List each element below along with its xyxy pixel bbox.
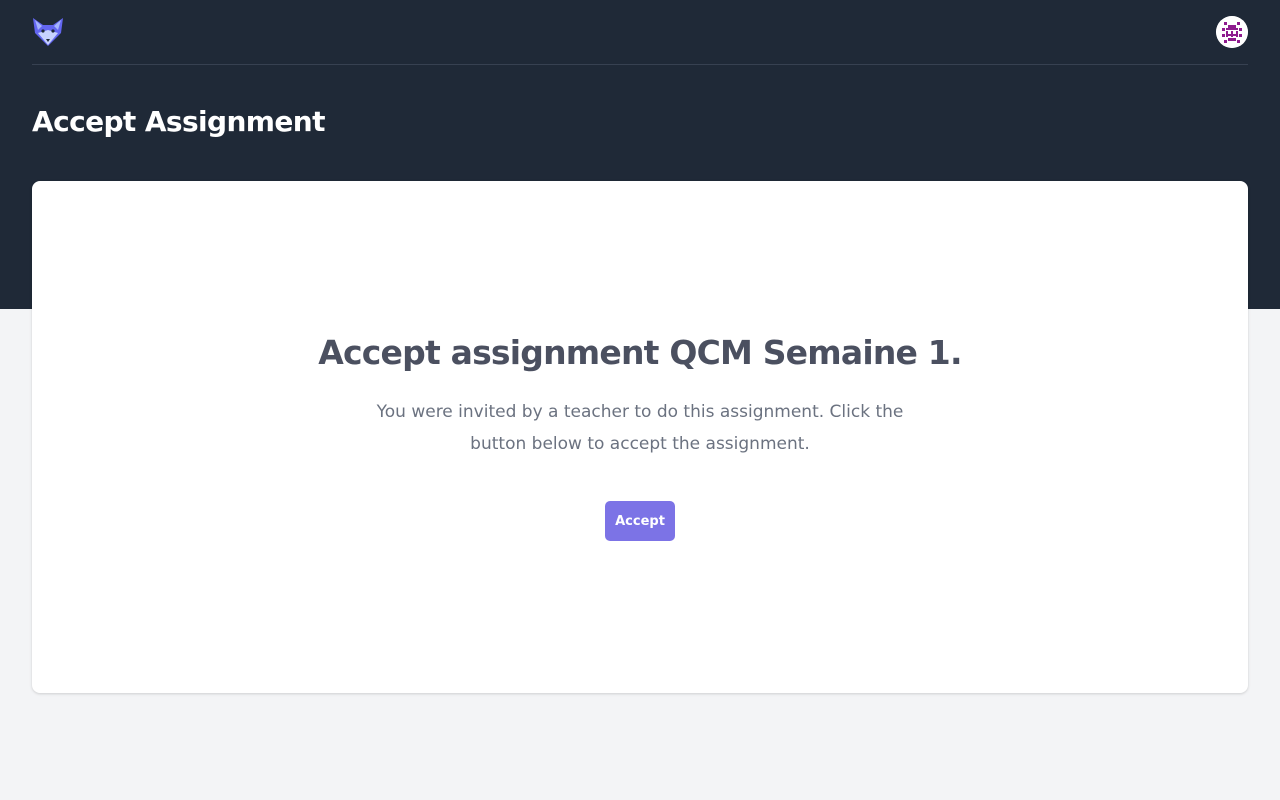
fox-logo-icon[interactable] <box>32 16 64 48</box>
top-navbar <box>32 0 1248 65</box>
accept-button[interactable]: Accept <box>605 501 675 541</box>
card-heading: Accept assignment QCM Semaine 1. <box>318 333 962 372</box>
user-avatar-icon[interactable] <box>1216 16 1248 48</box>
card-description: You were invited by a teacher to do this… <box>376 402 904 454</box>
accept-assignment-card: Accept assignment QCM Semaine 1. You wer… <box>32 181 1248 693</box>
page-title: Accept Assignment <box>32 105 326 138</box>
